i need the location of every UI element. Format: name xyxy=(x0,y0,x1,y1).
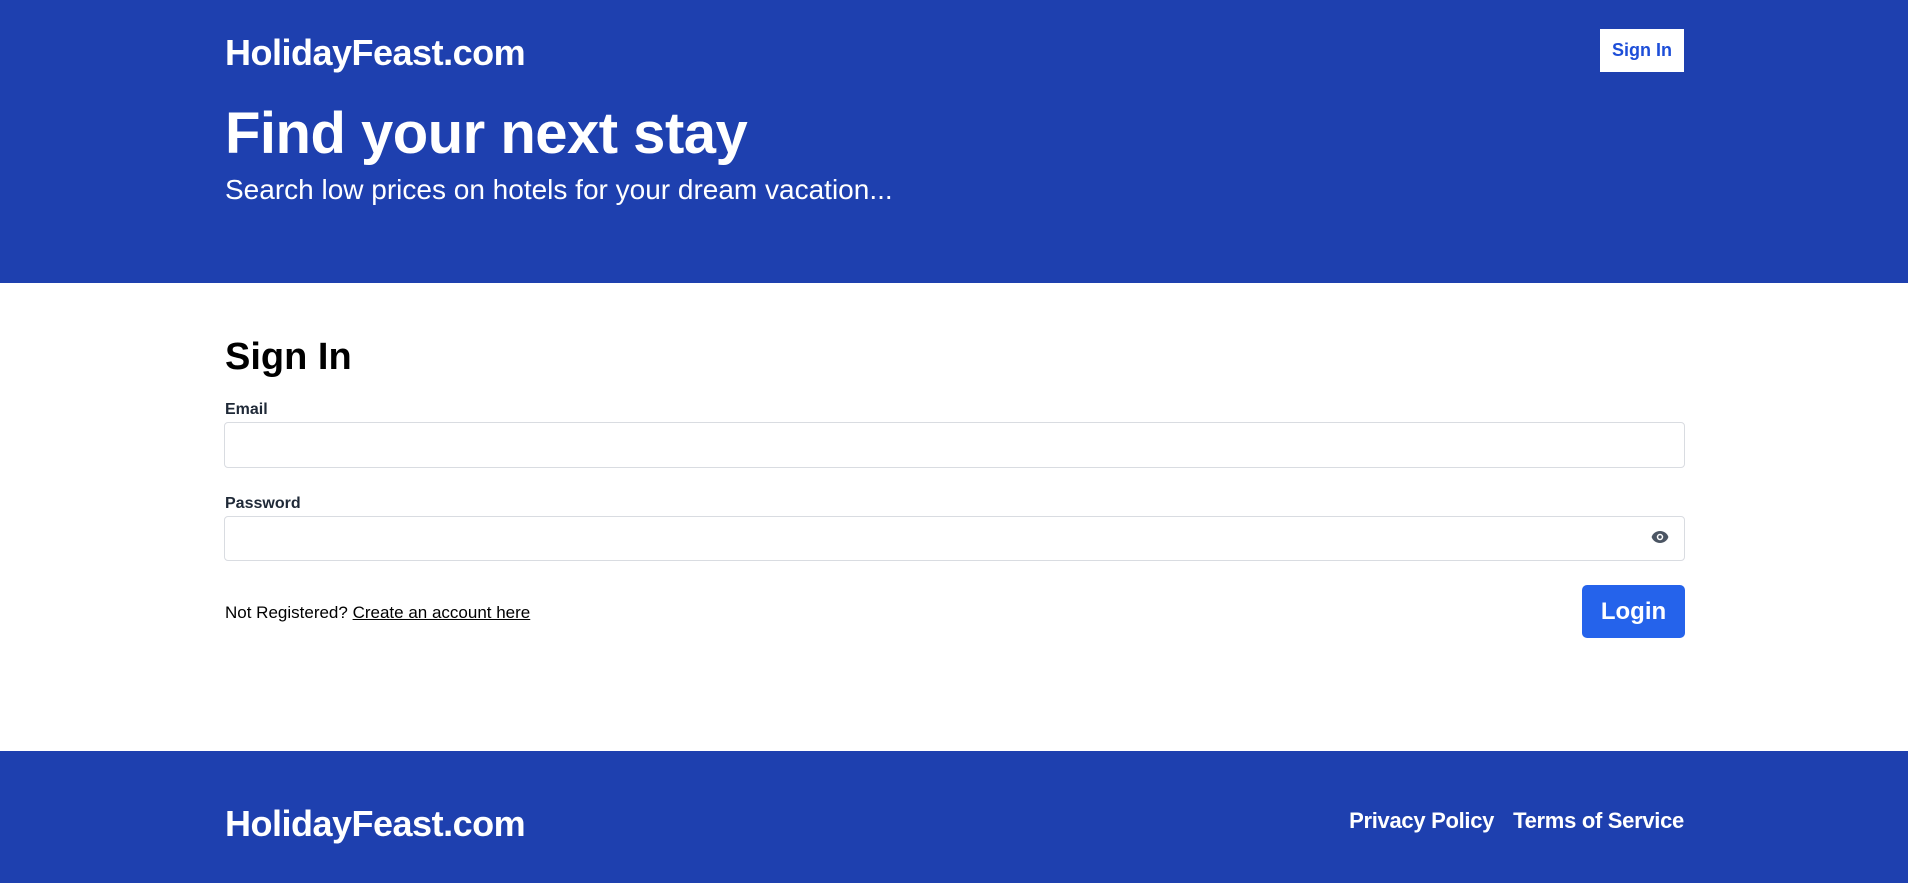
footer-logo[interactable]: HolidayFeast.com xyxy=(225,803,526,845)
site-footer: HolidayFeast.com Privacy Policy Terms of… xyxy=(0,751,1908,883)
create-account-link[interactable]: Create an account here xyxy=(353,603,531,622)
not-registered-text: Not Registered? Create an account here xyxy=(225,603,530,623)
footer-links: Privacy Policy Terms of Service xyxy=(1349,808,1684,834)
email-field[interactable] xyxy=(224,422,1685,468)
privacy-policy-link[interactable]: Privacy Policy xyxy=(1349,808,1494,834)
not-registered-label: Not Registered? xyxy=(225,603,348,622)
terms-of-service-link[interactable]: Terms of Service xyxy=(1513,808,1684,834)
hero-title: Find your next stay xyxy=(225,101,748,166)
eye-icon[interactable] xyxy=(1651,530,1669,544)
password-field[interactable] xyxy=(224,516,1685,561)
hero-subtitle: Search low prices on hotels for your dre… xyxy=(225,174,893,205)
login-button[interactable]: Login xyxy=(1582,585,1685,638)
header-sign-in-button[interactable]: Sign In xyxy=(1600,29,1684,72)
email-label: Email xyxy=(225,401,268,418)
site-logo[interactable]: HolidayFeast.com xyxy=(225,32,526,74)
sign-in-form: Sign In Email Password Not Registered? C… xyxy=(0,283,1908,751)
form-title: Sign In xyxy=(225,336,352,378)
password-label: Password xyxy=(225,495,301,512)
site-header: HolidayFeast.com Sign In Find your next … xyxy=(0,0,1908,283)
